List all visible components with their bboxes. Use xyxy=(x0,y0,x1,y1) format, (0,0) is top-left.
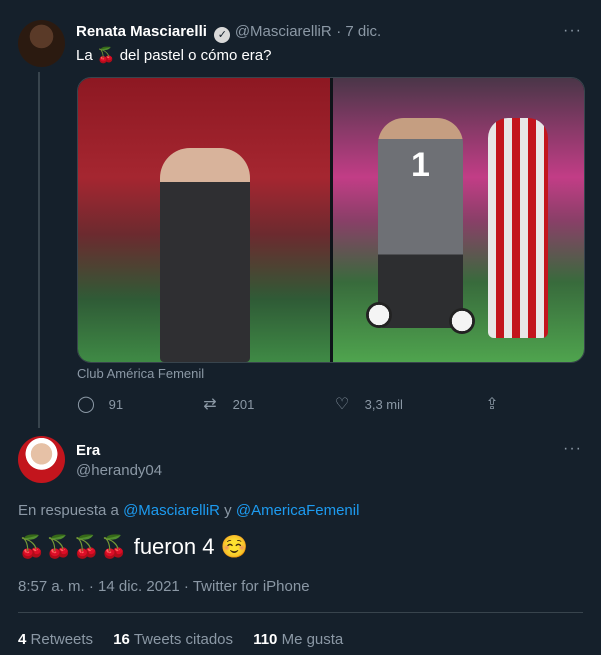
ball-icon xyxy=(366,302,392,328)
retweets-count: 4 xyxy=(18,631,27,648)
share-icon[interactable]: ⇪ xyxy=(483,394,501,414)
ball-icon xyxy=(449,308,475,334)
reply-icon[interactable]: ◯ xyxy=(77,394,95,414)
reply-mention-americafemenil[interactable]: @AmericaFemenil xyxy=(236,502,360,519)
reply-mention-masciarelli[interactable]: @MasciarelliR xyxy=(123,502,220,519)
tweet2-timestamp[interactable]: 8:57 a. m. · 14 dic. 2021 · Twitter for … xyxy=(18,578,310,595)
reply-count: 91 xyxy=(108,397,124,412)
cherry-emoji-icon: 🍒 xyxy=(96,47,116,64)
tweet1-text-after: del pastel o cómo era? xyxy=(119,47,272,64)
likes-label: Me gusta xyxy=(281,631,344,648)
retweet-action[interactable]: ⇄ 201 xyxy=(201,394,254,414)
tweet1-header: Renata Masciarelli ✓ @MasciarelliR · 7 d… xyxy=(76,23,381,43)
avatar-renata[interactable] xyxy=(18,20,65,67)
retweets-label: Retweets xyxy=(30,631,94,648)
media-photo-right[interactable]: 1 xyxy=(333,78,584,362)
reply-context-label: En respuesta a xyxy=(18,502,119,519)
quotes-label: Tweets citados xyxy=(133,631,234,648)
like-count: 3,3 mil xyxy=(364,397,403,412)
player-figure-opponent xyxy=(488,118,548,338)
thread-connector-line xyxy=(38,72,40,428)
tweet1-text-before: La xyxy=(76,47,93,64)
verified-badge-icon: ✓ xyxy=(214,27,231,43)
more-options-icon[interactable]: ··· xyxy=(563,440,582,458)
player-figure-left xyxy=(160,148,250,362)
like-icon[interactable]: ♡ xyxy=(333,394,351,414)
tweet2-display-name[interactable]: Era xyxy=(76,442,100,459)
tweet1-media[interactable]: 1 xyxy=(77,77,585,363)
likes-count: 110 xyxy=(253,631,278,648)
reply-action[interactable]: ◯ 91 xyxy=(77,394,123,414)
tweet2-text-body: fueron 4 xyxy=(133,534,215,559)
stats-divider xyxy=(18,612,583,613)
likes-stat[interactable]: 110 Me gusta xyxy=(253,631,343,648)
tweet2-stats: 4 Retweets 16 Tweets citados 110 Me gust… xyxy=(18,631,343,648)
tweet2-handle[interactable]: @herandy04 xyxy=(76,462,162,479)
retweet-count: 201 xyxy=(232,397,255,412)
smiling-emoji-icon: ☺️ xyxy=(220,534,248,559)
like-action[interactable]: ♡ 3,3 mil xyxy=(333,394,403,414)
media-photo-left[interactable] xyxy=(78,78,330,362)
reply-context: En respuesta a @MasciarelliR y @AmericaF… xyxy=(18,502,359,519)
quotes-stat[interactable]: 16 Tweets citados xyxy=(113,631,233,648)
tweet1-handle[interactable]: @MasciarelliR xyxy=(235,23,332,40)
retweets-stat[interactable]: 4 Retweets xyxy=(18,631,93,648)
tweet1-time[interactable]: · 7 dic. xyxy=(336,23,381,40)
reply-context-and: y xyxy=(224,502,232,519)
more-options-icon[interactable]: ··· xyxy=(563,22,582,40)
tweet1-text: La 🍒 del pastel o cómo era? xyxy=(76,46,271,64)
tweet1-display-name[interactable]: Renata Masciarelli xyxy=(76,23,207,40)
avatar-era[interactable] xyxy=(18,436,65,483)
share-action[interactable]: ⇪ xyxy=(483,394,501,414)
media-caption[interactable]: Club América Femenil xyxy=(77,366,204,381)
tweet2-text: 🍒🍒🍒🍒 fueron 4 ☺️ xyxy=(18,534,248,560)
jersey-number: 1 xyxy=(411,146,430,184)
retweet-icon[interactable]: ⇄ xyxy=(201,394,219,414)
quotes-count: 16 xyxy=(113,631,130,648)
cherries-emoji-icon: 🍒🍒🍒🍒 xyxy=(18,534,128,559)
